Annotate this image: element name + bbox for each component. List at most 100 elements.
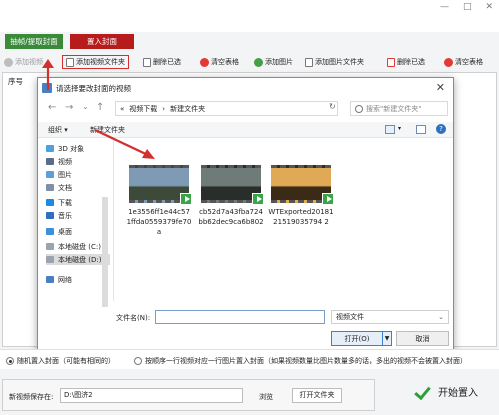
nav-item[interactable]: 网络 bbox=[46, 274, 110, 285]
chevron-down-icon: ⌄ bbox=[438, 313, 444, 321]
refresh-icon[interactable]: ↻ bbox=[329, 102, 336, 111]
organize-button[interactable]: 组织 ▾ bbox=[48, 125, 68, 135]
file-open-dialog: 请选择要改封面的视频 ✕ ← → ⌄ ↑ « 视频下载 › 新建文件夹 ↻ 搜索… bbox=[37, 77, 454, 350]
save-path-input[interactable]: D:\图济2 bbox=[60, 388, 243, 403]
add-video-folder-button[interactable]: 添加视频文件夹 bbox=[62, 55, 129, 69]
nav-item[interactable]: 视频 bbox=[46, 156, 110, 167]
forward-arrow-icon[interactable]: → bbox=[65, 102, 73, 113]
breadcrumb-separator: › bbox=[162, 104, 166, 113]
video-file-name: cb52d7a43fba724bb62dec9ca6b802 bbox=[198, 208, 264, 226]
save-settings-box: 新视频保存在: D:\图济2 浏览 打开文件夹 bbox=[2, 379, 375, 411]
dialog-close-button[interactable]: ✕ bbox=[436, 81, 445, 94]
open-button[interactable]: 打开(O) bbox=[331, 331, 383, 346]
maximize-button[interactable]: □ bbox=[463, 2, 472, 12]
save-section: 新视频保存在: D:\图济2 浏览 打开文件夹 开始置入 bbox=[0, 369, 499, 415]
search-placeholder: 搜索"新建文件夹" bbox=[366, 104, 422, 113]
nav-item[interactable]: 下载 bbox=[46, 197, 110, 208]
nav-item-label: 桌面 bbox=[58, 227, 72, 236]
back-arrow-icon[interactable]: ← bbox=[48, 102, 56, 113]
clear-table-2-label: 清空表格 bbox=[455, 58, 483, 66]
minimize-button[interactable]: — bbox=[440, 2, 449, 12]
radio-icon bbox=[134, 357, 142, 365]
nav-item[interactable]: 本地磁盘 (D:) bbox=[46, 254, 110, 265]
video-thumbnail bbox=[201, 165, 264, 205]
tab-insert-cover[interactable]: 置入封面 bbox=[70, 34, 134, 49]
close-button[interactable]: ✕ bbox=[485, 2, 493, 12]
option-random[interactable]: 随机置入封面（可能有相同的） bbox=[6, 356, 115, 366]
nav-item[interactable]: 桌面 bbox=[46, 226, 110, 237]
folder-icon bbox=[66, 57, 74, 67]
nav-item[interactable]: 音乐 bbox=[46, 210, 110, 221]
folder-icon bbox=[46, 145, 54, 152]
breadcrumb-overflow[interactable]: « bbox=[120, 105, 124, 113]
app-icon bbox=[42, 83, 52, 93]
option-random-label: 随机置入封面（可能有相同的） bbox=[17, 357, 115, 365]
filetype-select[interactable]: 视频文件 ⌄ bbox=[331, 310, 449, 324]
preview-pane-icon[interactable] bbox=[416, 125, 426, 134]
save-path-label: 新视频保存在: bbox=[9, 393, 54, 401]
nav-item-label: 本地磁盘 (D:) bbox=[58, 255, 102, 264]
delete-selected-2-button[interactable]: 删除已选 bbox=[387, 55, 425, 69]
clear-table-label: 清空表格 bbox=[211, 58, 239, 66]
nav-item-label: 文档 bbox=[58, 183, 72, 192]
delete-selected-2-label: 删除已选 bbox=[397, 58, 425, 66]
option-sequential[interactable]: 按顺序一行视频对应一行图片置入封面（如果视频数量比图片数量多的话，多出的视频不会… bbox=[134, 356, 467, 366]
add-image-folder-button[interactable]: 添加图片文件夹 bbox=[305, 55, 364, 69]
add-image-button[interactable]: 添加图片 bbox=[254, 55, 293, 69]
nav-item-label: 下载 bbox=[58, 198, 72, 207]
checkmark-icon bbox=[416, 383, 432, 399]
tab-extract-cover[interactable]: 抽帧/提取封面 bbox=[5, 34, 63, 49]
view-dropdown-icon[interactable]: ▾ bbox=[398, 125, 401, 132]
column-header-seq[interactable]: 序号 bbox=[8, 76, 23, 87]
nav-item[interactable]: 本地磁盘 (C:) bbox=[46, 241, 110, 252]
nav-item-label: 图片 bbox=[58, 170, 72, 179]
nav-item[interactable]: 文档 bbox=[46, 182, 110, 193]
app-window: — □ ✕ 抽帧/提取封面 置入封面 添加视频 添加视频文件夹 删除已选 清空表… bbox=[0, 0, 499, 415]
window-controls: — □ ✕ bbox=[440, 2, 493, 12]
delete-selected-button[interactable]: 删除已选 bbox=[143, 55, 181, 69]
filename-input[interactable] bbox=[155, 310, 325, 324]
title-bar bbox=[0, 0, 499, 32]
address-row: ← → ⌄ ↑ « 视频下载 › 新建文件夹 ↻ 搜索"新建文件夹" bbox=[38, 98, 453, 120]
video-file-item[interactable]: WTExported2018121519035794 2 bbox=[268, 165, 334, 227]
new-folder-button[interactable]: 新建文件夹 bbox=[90, 125, 125, 135]
add-image-label: 添加图片 bbox=[265, 58, 293, 66]
folder-icon bbox=[46, 243, 54, 250]
folder-icon bbox=[46, 228, 54, 235]
breadcrumb-item-video-downloads[interactable]: 视频下载 bbox=[129, 104, 157, 114]
nav-item[interactable]: 图片 bbox=[46, 169, 110, 180]
open-dropdown-button[interactable]: ▼ bbox=[382, 331, 392, 346]
folder-icon bbox=[46, 184, 54, 191]
open-folder-button[interactable]: 打开文件夹 bbox=[292, 388, 342, 403]
recent-locations-icon[interactable]: ⌄ bbox=[82, 102, 89, 111]
video-file-name: WTExported2018121519035794 2 bbox=[268, 208, 334, 226]
delete-selected-label: 删除已选 bbox=[153, 58, 181, 66]
browse-button[interactable]: 浏览 bbox=[259, 392, 273, 402]
nav-item[interactable]: 3D 对象 bbox=[46, 143, 110, 154]
view-options-icon[interactable] bbox=[385, 125, 395, 134]
clear-table-button[interactable]: 清空表格 bbox=[200, 55, 239, 69]
video-file-item[interactable]: cb52d7a43fba724bb62dec9ca6b802 bbox=[198, 165, 264, 227]
add-image-folder-label: 添加图片文件夹 bbox=[315, 58, 364, 66]
cancel-button[interactable]: 取消 bbox=[396, 331, 449, 346]
help-icon[interactable]: ? bbox=[436, 124, 446, 134]
video-thumbnail bbox=[271, 165, 334, 205]
start-insert-button[interactable]: 开始置入 bbox=[416, 383, 478, 399]
add-icon bbox=[4, 57, 13, 67]
video-file-item[interactable]: 1e3556ff1e44c571ffda0559379fe70a bbox=[126, 165, 192, 237]
add-icon bbox=[254, 57, 263, 67]
up-arrow-icon[interactable]: ↑ bbox=[96, 102, 104, 113]
filename-row: 文件名(N): 视频文件 ⌄ bbox=[38, 308, 453, 326]
address-bar[interactable]: « 视频下载 › 新建文件夹 bbox=[115, 101, 338, 116]
nav-scrollbar[interactable] bbox=[102, 197, 108, 307]
breadcrumb-item-new-folder[interactable]: 新建文件夹 bbox=[170, 104, 205, 114]
search-input[interactable]: 搜索"新建文件夹" bbox=[350, 101, 448, 116]
folder-icon bbox=[46, 276, 54, 283]
video-thumbnail bbox=[129, 165, 192, 205]
clear-table-2-button[interactable]: 清空表格 bbox=[444, 55, 483, 69]
folder-icon bbox=[46, 199, 54, 206]
folder-icon bbox=[46, 171, 54, 178]
add-video-button[interactable]: 添加视频 bbox=[4, 55, 43, 69]
dialog-title-bar: 请选择要改封面的视频 bbox=[38, 78, 453, 98]
file-list: 1e3556ff1e44c571ffda0559379fe70a cb52d7a4… bbox=[115, 139, 454, 301]
